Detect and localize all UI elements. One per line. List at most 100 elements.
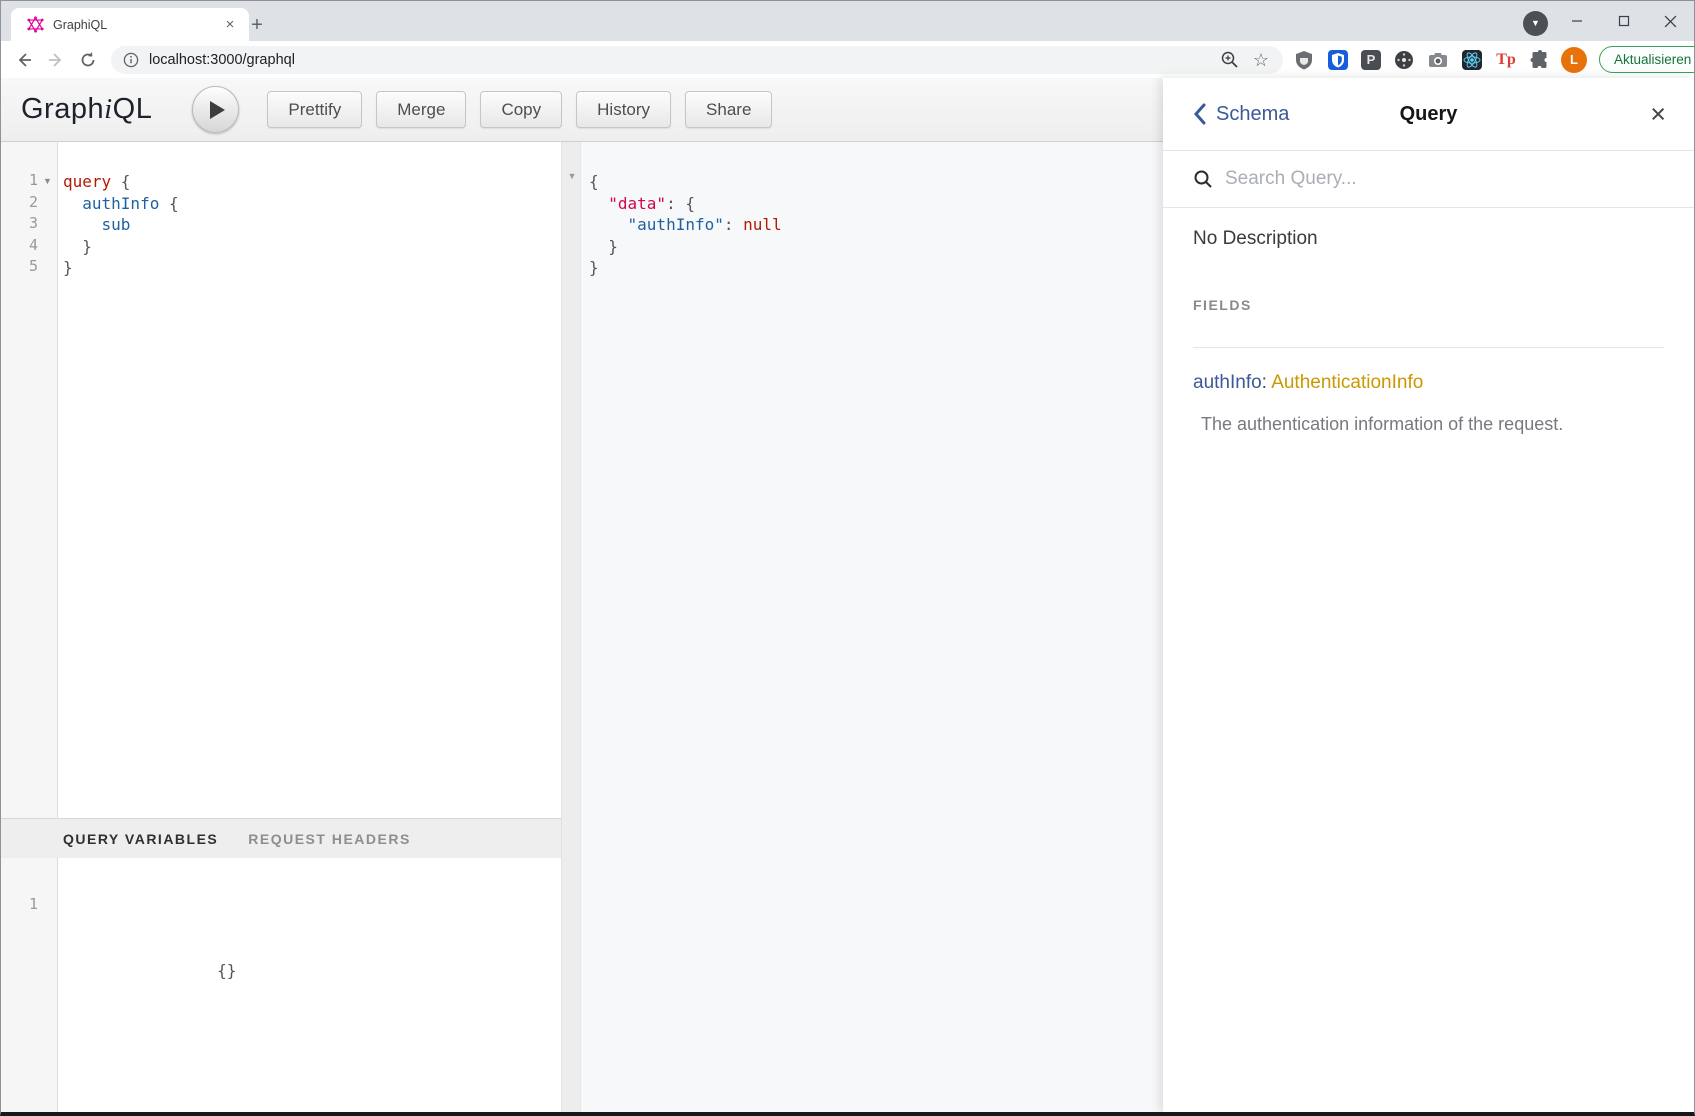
- tab-strip: GraphiQL × + ▼: [1, 1, 1694, 41]
- fold-arrow-icon[interactable]: ▼: [565, 166, 579, 188]
- tp-extension-icon[interactable]: Tp: [1495, 49, 1517, 71]
- query-editor[interactable]: 1▼2345 query { authInfo { sub }}: [1, 142, 561, 818]
- field-name-link[interactable]: authInfo: [1193, 372, 1262, 393]
- code-line: }: [63, 257, 561, 279]
- type-description: No Description: [1193, 228, 1664, 250]
- prettify-button[interactable]: Prettify: [267, 91, 362, 128]
- graphiql-topbar: GraphiQL Prettify Merge Copy History Sha…: [1, 78, 1163, 142]
- maximize-icon: [1618, 15, 1630, 27]
- variables-tab-bar: QUERY VARIABLES REQUEST HEADERS: [1, 818, 561, 858]
- doc-explorer-panel: Schema Query × No Description FIELDS aut…: [1163, 78, 1694, 1112]
- bitwarden-extension-icon[interactable]: [1327, 49, 1349, 71]
- section-divider: [1193, 347, 1664, 348]
- back-button[interactable]: [11, 47, 37, 73]
- ublock-extension-icon[interactable]: [1293, 49, 1315, 71]
- copy-button[interactable]: Copy: [480, 91, 562, 128]
- bookmark-icon[interactable]: ☆: [1253, 51, 1269, 69]
- code-line: "data": {: [589, 193, 1163, 215]
- gutter-row: 1▼: [1, 171, 57, 193]
- extensions-row: P Tp: [1293, 49, 1551, 71]
- line-number: 2: [1, 193, 38, 215]
- line-number: 1: [1, 895, 38, 917]
- camera-extension-icon[interactable]: [1427, 49, 1449, 71]
- maximize-button[interactable]: [1600, 1, 1647, 41]
- line-number: 4: [1, 236, 38, 258]
- execute-query-button[interactable]: [192, 86, 239, 133]
- browser-tab-graphiql[interactable]: GraphiQL ×: [11, 8, 249, 41]
- code-line: authInfo {: [63, 193, 561, 215]
- doc-search-box: [1163, 151, 1694, 208]
- close-window-button[interactable]: [1647, 1, 1694, 41]
- variables-editor-gutter: 1: [1, 858, 58, 1112]
- line-number: 3: [1, 214, 38, 236]
- graphiql-logo: GraphiQL: [21, 93, 152, 126]
- profile-avatar[interactable]: L: [1561, 47, 1587, 73]
- code-line: sub: [63, 214, 561, 236]
- doc-explorer-title: Query: [1163, 103, 1694, 126]
- code-line: "authInfo": null: [589, 214, 1163, 236]
- minimize-button[interactable]: [1553, 1, 1600, 41]
- fold-spacer: [38, 257, 57, 279]
- field-description: The authentication information of the re…: [1193, 414, 1664, 435]
- browser-toolbar: localhost:3000/graphql ☆ P: [1, 41, 1694, 78]
- query-editor-gutter: 1▼2345: [1, 142, 58, 818]
- line-number: 5: [1, 257, 38, 279]
- window-controls: [1553, 1, 1694, 41]
- tab-close-icon[interactable]: ×: [221, 16, 239, 34]
- gutter-row: 4: [1, 236, 57, 258]
- address-bar-actions: ☆: [1220, 50, 1269, 69]
- variables-editor[interactable]: 1 {}: [1, 858, 561, 1112]
- p-extension-icon[interactable]: P: [1361, 50, 1381, 70]
- editor-area: 1▼2345 query { authInfo { sub }} QUERY V…: [1, 142, 1163, 1112]
- forward-button[interactable]: [43, 47, 69, 73]
- result-viewer[interactable]: { "data": { "authInfo": null }}: [581, 142, 1163, 1112]
- fold-arrow-icon[interactable]: ▼: [38, 171, 57, 193]
- pane-resize-divider[interactable]: ▼: [561, 142, 581, 1112]
- query-editor-pane: 1▼2345 query { authInfo { sub }} QUERY V…: [1, 142, 561, 1112]
- tab-title: GraphiQL: [53, 18, 221, 32]
- code-line: }: [589, 257, 1163, 279]
- history-button[interactable]: History: [576, 91, 671, 128]
- fold-spacer: [38, 193, 57, 215]
- code-line: {}: [63, 938, 561, 960]
- query-editor-code: query { authInfo { sub }}: [58, 142, 561, 818]
- merge-button[interactable]: Merge: [376, 91, 466, 128]
- code-line: }: [63, 236, 561, 258]
- url-text: localhost:3000/graphql: [149, 52, 1220, 68]
- new-tab-button[interactable]: +: [243, 12, 271, 40]
- fold-spacer: [38, 214, 57, 236]
- graphiql-app: GraphiQL Prettify Merge Copy History Sha…: [1, 78, 1694, 1112]
- site-info-icon[interactable]: [123, 52, 139, 68]
- media-control-button[interactable]: ▼: [1523, 11, 1548, 36]
- gutter-row: 5: [1, 257, 57, 279]
- gutter-row: 3: [1, 214, 57, 236]
- address-bar[interactable]: localhost:3000/graphql ☆: [111, 46, 1283, 74]
- line-number: 1: [1, 171, 38, 193]
- doc-search-input[interactable]: [1225, 168, 1664, 190]
- doc-explorer-header: Schema Query ×: [1163, 78, 1694, 151]
- fold-spacer: [38, 236, 57, 258]
- variables-editor-code: {}: [58, 858, 561, 1112]
- tab-query-variables[interactable]: QUERY VARIABLES: [63, 831, 218, 847]
- extensions-puzzle-icon[interactable]: [1529, 49, 1551, 71]
- fields-section-header: FIELDS: [1193, 297, 1664, 313]
- field-item: authInfo: AuthenticationInfo: [1193, 372, 1664, 394]
- minimize-icon: [1571, 15, 1583, 27]
- graphql-logo-icon: [27, 16, 44, 33]
- reload-button[interactable]: [75, 47, 101, 73]
- react-devtools-extension-icon[interactable]: [1461, 49, 1483, 71]
- field-type-link[interactable]: AuthenticationInfo: [1271, 372, 1423, 393]
- zoom-icon[interactable]: [1220, 50, 1239, 69]
- share-button[interactable]: Share: [685, 91, 772, 128]
- gutter-row: 2: [1, 193, 57, 215]
- code-line: query {: [63, 171, 561, 193]
- play-icon: [210, 101, 225, 119]
- crosshair-extension-icon[interactable]: [1393, 49, 1415, 71]
- code-line: }: [589, 236, 1163, 258]
- doc-close-icon[interactable]: ×: [1650, 101, 1666, 128]
- tab-request-headers[interactable]: REQUEST HEADERS: [248, 831, 411, 847]
- update-browser-button[interactable]: Aktualisieren ⋮: [1599, 46, 1695, 73]
- gutter-row: 1: [1, 895, 57, 917]
- graphiql-main: GraphiQL Prettify Merge Copy History Sha…: [1, 78, 1163, 1112]
- browser-window: GraphiQL × + ▼: [0, 0, 1695, 1116]
